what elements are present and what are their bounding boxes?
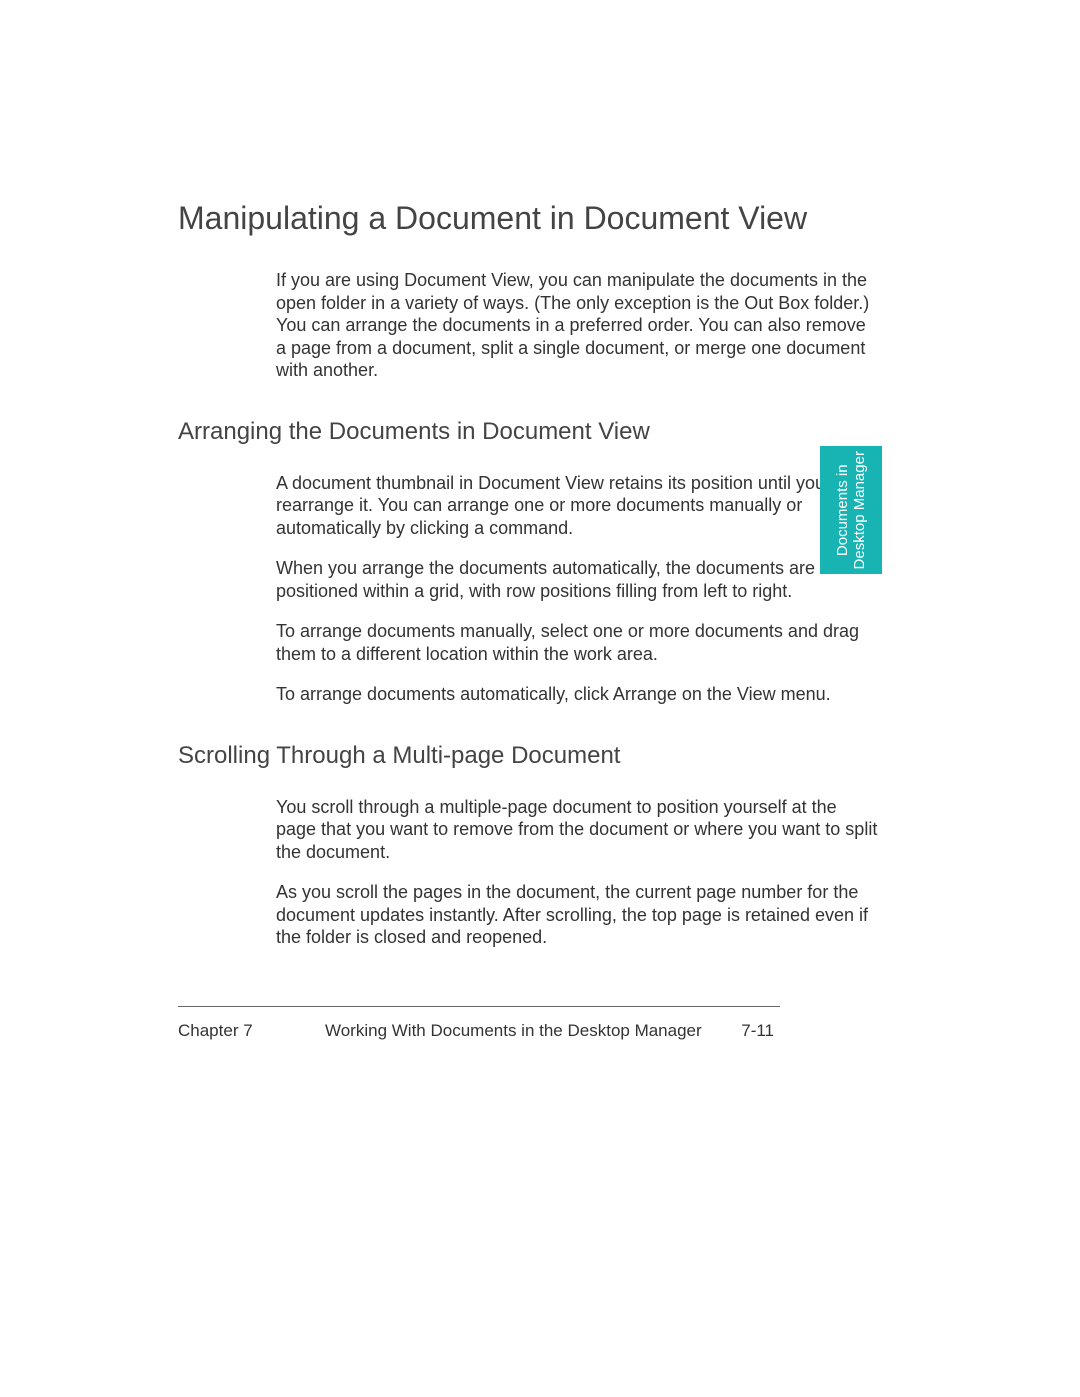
section-body-arranging: A document thumbnail in Document View re… <box>276 472 880 706</box>
paragraph: You scroll through a multiple-page docum… <box>276 796 880 864</box>
section-body-scrolling: You scroll through a multiple-page docum… <box>276 796 880 949</box>
paragraph: To arrange documents automatically, clic… <box>276 683 880 706</box>
document-page: Manipulating a Document in Document View… <box>0 0 1080 1397</box>
paragraph: To arrange documents manually, select on… <box>276 620 880 665</box>
section-heading-arranging: Arranging the Documents in Document View <box>178 418 900 446</box>
paragraph: As you scroll the pages in the document,… <box>276 881 880 949</box>
footer-row: Chapter 7 Working With Documents in the … <box>178 1021 780 1041</box>
side-tab-label: Documents in Desktop Manager <box>834 451 869 569</box>
page-footer: Chapter 7 Working With Documents in the … <box>178 1006 780 1041</box>
footer-page-number: 7-11 <box>741 1021 774 1041</box>
side-tab: Documents in Desktop Manager <box>820 446 882 574</box>
tab-line1: Documents in <box>834 464 851 556</box>
footer-title: Working With Documents in the Desktop Ma… <box>253 1021 774 1041</box>
footer-chapter: Chapter 7 <box>178 1021 253 1041</box>
page-title: Manipulating a Document in Document View <box>178 200 900 237</box>
paragraph: When you arrange the documents automatic… <box>276 557 880 602</box>
footer-divider <box>178 1006 780 1007</box>
section-heading-scrolling: Scrolling Through a Multi-page Document <box>178 742 900 770</box>
paragraph: A document thumbnail in Document View re… <box>276 472 880 540</box>
tab-line2: Desktop Manager <box>851 451 868 569</box>
intro-paragraph: If you are using Document View, you can … <box>276 269 880 382</box>
